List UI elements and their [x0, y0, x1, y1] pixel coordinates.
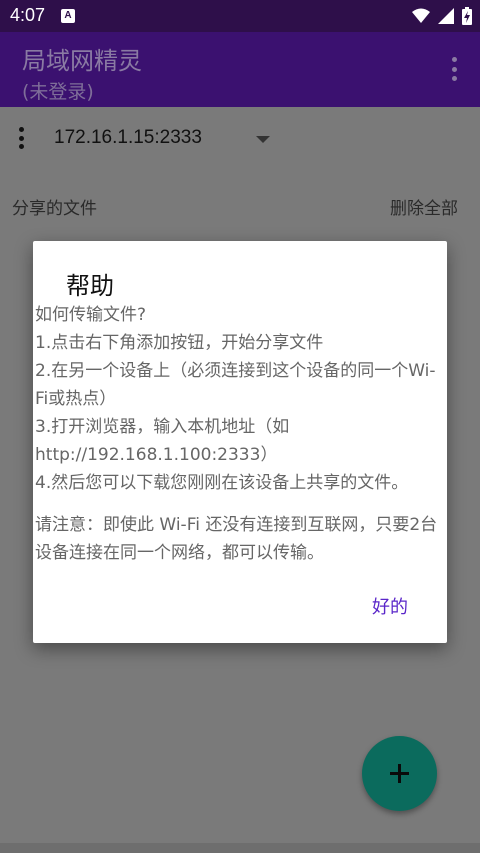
help-line: 1.点击右下角添加按钮，开始分享文件	[35, 333, 324, 353]
help-line: 如何传输文件?	[35, 305, 147, 325]
add-file-button[interactable]	[362, 736, 437, 811]
battery-charging-icon	[462, 7, 472, 25]
more-vert-icon[interactable]	[450, 57, 458, 81]
shared-files-label: 分享的文件	[12, 199, 97, 219]
status-time: 4:07	[10, 5, 46, 25]
dialog-body: 如何传输文件? 1.点击右下角添加按钮，开始分享文件 2.在另一个设备上（必须连…	[33, 301, 447, 567]
wifi-icon	[412, 8, 430, 23]
cellular-icon	[438, 8, 454, 24]
login-status: (未登录)	[22, 81, 94, 103]
delete-all-button[interactable]: 删除全部	[390, 194, 458, 219]
add-icon-vertical	[398, 764, 401, 783]
arrow-drop-down-icon[interactable]	[256, 136, 270, 143]
server-selector: 172.16.1.15:2333	[0, 107, 480, 169]
ok-button[interactable]: 好的	[372, 593, 408, 619]
help-line: 3.打开浏览器，输入本机地址（如http://192.168.1.100:233…	[35, 417, 290, 465]
help-line: 2.在另一个设备上（必须连接到这个设备的同一个Wi-Fi或热点）	[35, 361, 436, 409]
app-bar: 局域网精灵 (未登录)	[0, 32, 480, 107]
help-line: 4.然后您可以下载您刚刚在该设备上共享的文件。	[35, 473, 409, 493]
status-bar: 4:07 A	[0, 0, 480, 32]
status-icons	[412, 6, 472, 26]
help-dialog: 帮助 如何传输文件? 1.点击右下角添加按钮，开始分享文件 2.在另一个设备上（…	[33, 241, 447, 643]
a-icon: A	[61, 9, 75, 23]
server-address[interactable]: 172.16.1.15:2333	[54, 127, 202, 149]
more-vert-icon[interactable]	[18, 127, 24, 149]
help-note: 请注意：即使此 Wi-Fi 还没有连接到互联网，只要2台设备连接在同一个网络，都…	[35, 515, 438, 563]
dialog-title: 帮助	[66, 272, 114, 300]
navigation-bar	[0, 843, 480, 853]
app-title: 局域网精灵	[22, 47, 142, 75]
